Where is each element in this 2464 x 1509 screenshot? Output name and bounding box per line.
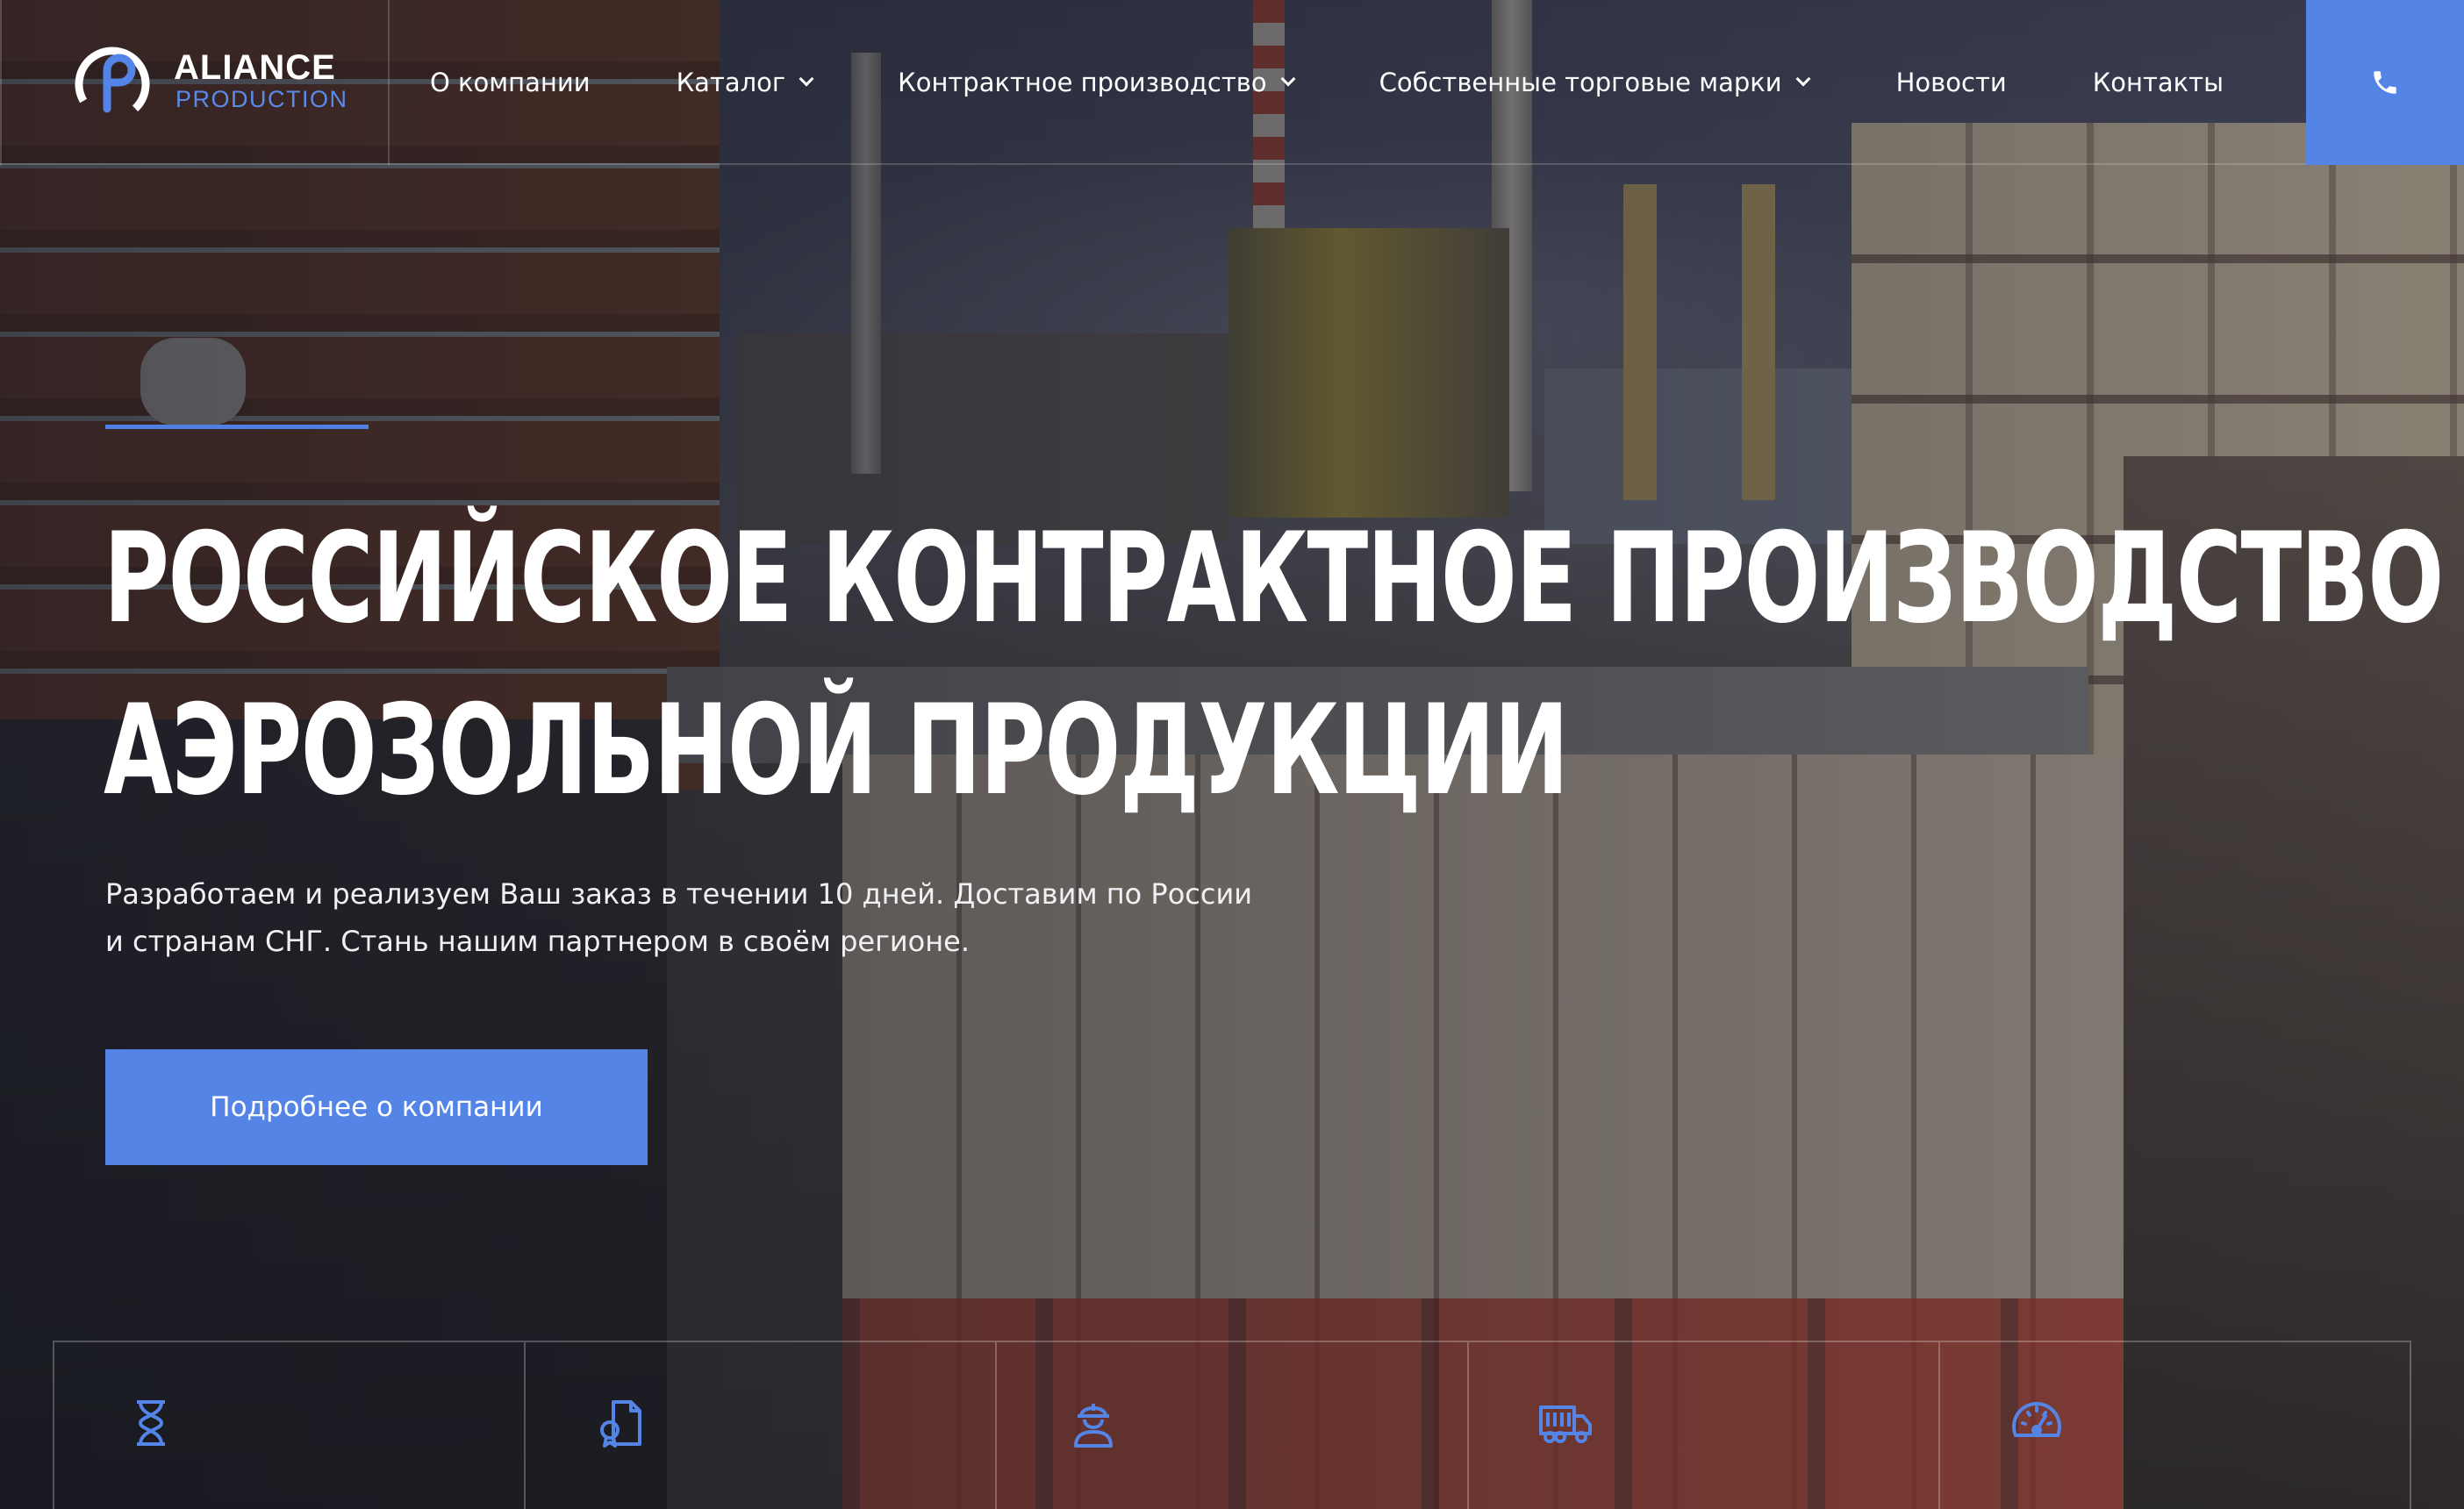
- hero-title: Российское контрактное производство аэро…: [104, 493, 2444, 837]
- nav-catalog[interactable]: Каталог: [676, 68, 814, 97]
- nav-contract-production-label: Контрактное производство: [898, 68, 1267, 97]
- hourglass-icon: [137, 1400, 165, 1446]
- chevron-down-icon: [1795, 71, 1811, 87]
- nav-catalog-label: Каталог: [676, 68, 786, 97]
- logo[interactable]: ALIANCE PRODUCTION: [0, 0, 390, 165]
- nav-about[interactable]: О компании: [430, 68, 591, 97]
- nav-own-brands[interactable]: Собственные торговые марки: [1379, 68, 1811, 97]
- nav-about-label: О компании: [430, 68, 591, 97]
- speedometer-icon: [2011, 1402, 2061, 1437]
- nav-own-brands-label: Собственные торговые марки: [1379, 68, 1782, 97]
- feature-card[interactable]: [1469, 1342, 1940, 1509]
- main-nav: О компании Каталог Контрактное производс…: [390, 0, 2224, 165]
- nav-news[interactable]: Новости: [1896, 68, 2007, 97]
- phone-button[interactable]: [2306, 0, 2464, 165]
- hero-description: Разработаем и реализуем Ваш заказ в тече…: [105, 877, 1253, 958]
- site-header: ALIANCE PRODUCTION О компании Каталог Ко…: [0, 0, 2464, 165]
- nav-contract-production[interactable]: Контрактное производство: [898, 68, 1296, 97]
- nav-news-label: Новости: [1895, 68, 2007, 97]
- phone-icon: [2374, 71, 2396, 94]
- logo-title: ALIANCE: [174, 48, 336, 87]
- feature-card[interactable]: [1940, 1342, 2412, 1509]
- feature-card[interactable]: [54, 1342, 526, 1509]
- hero-title-line-2: аэрозольной продукции: [104, 678, 1569, 823]
- chevron-down-icon: [1280, 71, 1296, 87]
- title-accent-line: [105, 425, 369, 429]
- nav-contacts-label: Контакты: [2092, 68, 2224, 97]
- feature-card[interactable]: [526, 1342, 998, 1509]
- chevron-down-icon: [799, 71, 814, 87]
- document-icon: [600, 1400, 642, 1448]
- logo-mark-icon: [75, 46, 150, 122]
- features-strip: [53, 1341, 2412, 1509]
- about-company-button[interactable]: Подробнее о компании: [105, 1049, 648, 1165]
- worker-icon: [1074, 1404, 1114, 1448]
- feature-card[interactable]: [997, 1342, 1469, 1509]
- truck-icon: [1538, 1405, 1592, 1443]
- hero-title-line-1: Российское контрактное производство: [104, 506, 2444, 651]
- logo-subtitle: PRODUCTION: [175, 86, 348, 112]
- nav-contacts[interactable]: Контакты: [2093, 68, 2224, 97]
